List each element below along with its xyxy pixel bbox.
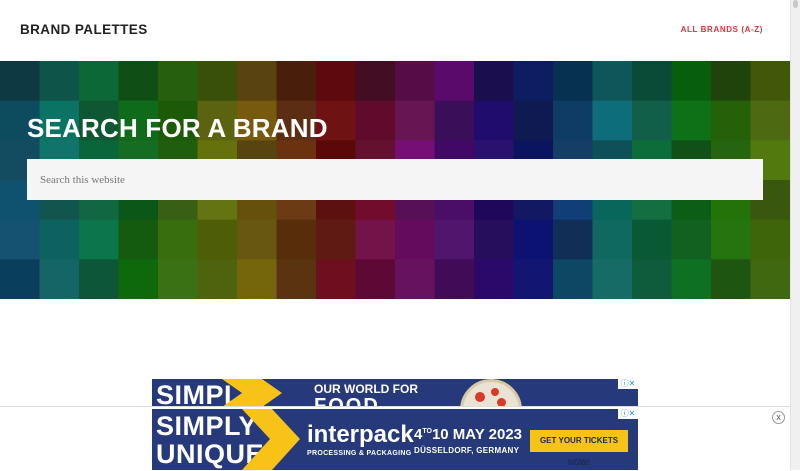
scrollbar-thumb[interactable] xyxy=(793,0,798,8)
all-brands-link[interactable]: ALL BRANDS (A-Z) xyxy=(681,25,763,34)
ad-brand-name: interpack xyxy=(307,421,414,448)
search-input[interactable] xyxy=(27,159,763,200)
ad-date-sup: TO xyxy=(422,428,432,435)
ad-brand-subtitle: PROCESSING & PACKAGING xyxy=(307,450,412,457)
ad-date-rest: 10 MAY 2023 xyxy=(431,426,523,443)
pizza-topping xyxy=(475,392,485,402)
ad-arrow-graphic xyxy=(222,379,282,407)
hero-section: SEARCH FOR A BRAND xyxy=(0,61,790,299)
ad-headline: OUR WORLD FOR xyxy=(314,382,418,396)
pizza-graphic xyxy=(460,379,522,407)
sticky-ad-banner[interactable]: SIMPLY UNIQUE interpack PROCESSING & PAC… xyxy=(152,409,638,470)
inline-ad[interactable]: SIMPLY OUR WORLD FOR FOOD ⓘ✕ xyxy=(152,379,638,407)
site-title[interactable]: BRAND PALETTES xyxy=(20,22,148,37)
ad-cta-button[interactable]: GET YOUR TICKETS NOW! xyxy=(530,430,628,467)
close-icon[interactable]: x xyxy=(772,411,785,424)
hero-title: SEARCH FOR A BRAND xyxy=(27,113,328,143)
site-header: BRAND PALETTES ALL BRANDS (A-Z) xyxy=(0,0,790,61)
adchoices-icon[interactable]: ⓘ✕ xyxy=(618,379,638,389)
page-scrollbar[interactable] xyxy=(790,0,800,470)
adchoices-icon[interactable]: ⓘ✕ xyxy=(618,409,638,419)
ad-arrow-graphic xyxy=(242,409,300,470)
pizza-topping xyxy=(491,388,499,396)
ad-city: DÜSSELDORF, GERMANY xyxy=(414,446,520,455)
ad-date: 4TO10 MAY 2023 xyxy=(414,426,522,443)
